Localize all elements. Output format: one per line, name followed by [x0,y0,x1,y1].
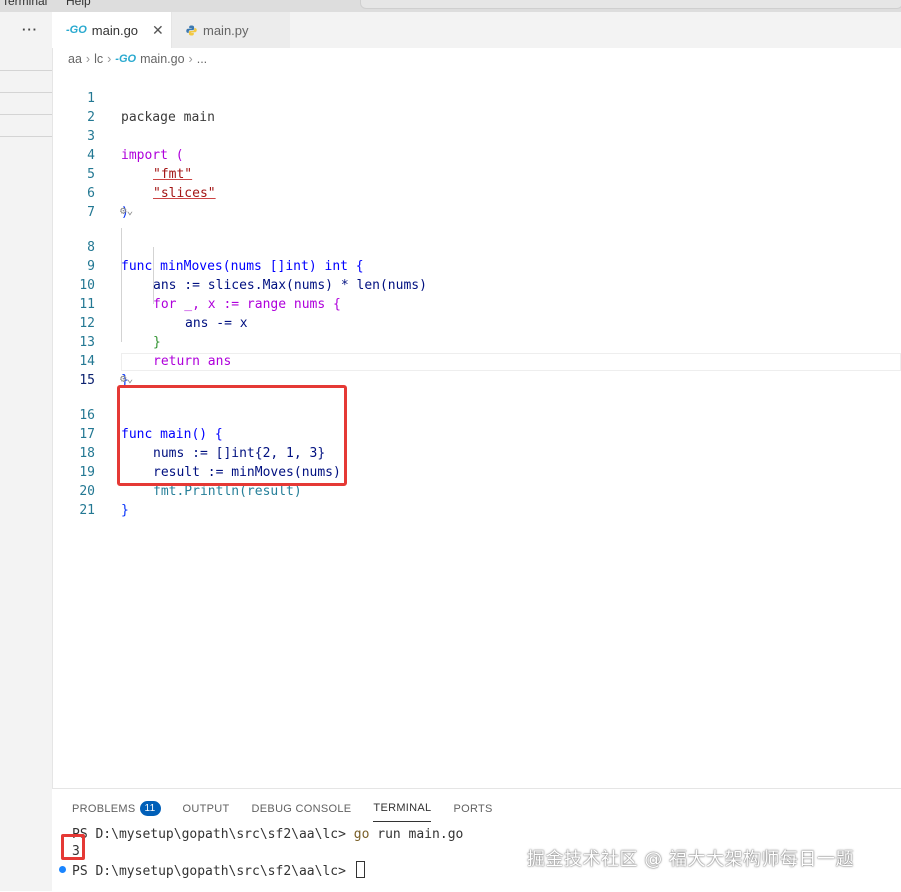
code-line: 14 } [52,333,128,388]
tab-label: DEBUG CONSOLE [251,802,352,815]
menu-help[interactable]: Help [66,0,91,8]
code-line: 9 ans := slices.Max(nums) * len(nums) [52,238,427,293]
code-line: 5 "slices" [52,146,215,201]
codelens[interactable]: ⚙⌄ [120,372,133,386]
sidebar: ··· [0,12,53,891]
terminal-command-line: PS D:\mysetup\gopath\src\sf2\aa\lc> go r… [72,827,463,842]
breadcrumb: aa › lc › -GO main.go › ... [68,52,207,66]
tab-label: OUTPUT [182,802,230,815]
breadcrumb-item[interactable]: ... [197,52,207,66]
annotation-highlight-box [61,834,85,860]
breadcrumb-item[interactable]: lc [94,52,103,66]
terminal-command-go: go [353,827,370,842]
tab-label: main.py [203,22,249,38]
tab-output[interactable]: OUTPUT [183,801,230,822]
code-line: 11 ans -= x [52,276,247,331]
terminal-status-dot-icon [59,866,66,873]
python-icon [186,24,197,36]
go-file-icon: -GO [66,24,87,36]
code-line: 21 [52,482,95,518]
line-code: "fmt" [153,167,193,182]
tab-problems[interactable]: PROBLEMS 11 [72,801,161,822]
tab-label: main.go [91,22,139,38]
annotation-highlight-box [117,385,347,486]
menu-terminal[interactable]: Terminal [2,0,47,8]
chevron-right-icon: › [107,52,112,66]
line-code: ans := slices.Max(nums) * len(nums) [153,278,427,293]
code-line: 10 for _, x := range nums { [52,257,341,312]
command-center[interactable] [360,0,901,9]
breadcrumb-item[interactable]: main.go [140,52,184,66]
line-code: import ( [121,148,184,163]
code-line: 12 } [52,295,160,350]
code-line: 15 [52,352,95,388]
terminal-prompt-line[interactable]: PS D:\mysetup\gopath\src\sf2\aa\lc> [72,861,365,879]
sidebar-divider [0,92,52,93]
line-code: return ans [153,354,232,369]
codelens[interactable]: ⚙⌄ [120,204,133,218]
tab-terminal[interactable]: TERMINAL [373,801,432,822]
close-icon[interactable]: ✕ [152,22,164,39]
terminal-prompt: PS D:\mysetup\gopath\src\sf2\aa\lc> [72,827,354,842]
chevron-right-icon: › [188,52,193,66]
code-line: 1 package main [52,70,215,125]
tab-label: PROBLEMS [72,802,136,815]
line-code: } [121,503,129,518]
panel-tab-bar: PROBLEMS 11 OUTPUT DEBUG CONSOLE TERMINA… [72,801,515,822]
code-line: 18 result := minMoves(nums) [52,425,341,480]
code-line: 7 [52,184,95,220]
bottom-panel: PROBLEMS 11 OUTPUT DEBUG CONSOLE TERMINA… [52,788,901,892]
settings-gear-icon[interactable]: ⚙ [120,204,127,217]
line-code: } [153,335,161,350]
sidebar-divider [0,114,52,115]
problems-count-badge: 11 [139,801,161,816]
breadcrumb-item[interactable]: aa [68,52,82,66]
tab-debug-console[interactable]: DEBUG CONSOLE [252,801,352,822]
code-line: 17 nums := []int{2, 1, 3} [52,406,325,461]
chevron-down-icon: ⌄ [126,204,134,217]
watermark: 掘金技术社区 @ 福大大架构师每日一题 [527,849,854,870]
go-file-icon: -GO [115,53,137,65]
tab-main-py[interactable]: main.py [172,12,290,48]
editor-tab-bar: -GO main.go ✕ main.py [52,12,901,48]
indent-guide [121,228,122,342]
line-code: package main [121,110,215,125]
line-code: "slices" [153,186,216,201]
line-code: for _, x := range nums { [153,297,341,312]
menu-bar: Terminal Help [0,0,901,12]
terminal-command-args: run main.go [369,827,464,842]
code-line: 13 return ans [52,314,231,369]
code-line: 6 ) [52,165,129,220]
code-line: 2 [52,89,95,125]
code-line: 4 "fmt" [52,127,192,182]
line-code: func minMoves(nums []int) int { [121,259,364,274]
code-line: 16 func main() { [52,387,222,442]
line-code: ans -= x [185,316,248,331]
tab-main-go[interactable]: -GO main.go ✕ [52,12,172,48]
code-line: 19 fmt.Println(result) [52,444,301,499]
code-line: 8 func minMoves(nums []int) int { [52,219,363,274]
current-line-highlight [121,353,901,371]
terminal-cursor [355,861,365,878]
chevron-right-icon: › [85,52,91,66]
chevron-down-icon: ⌄ [126,372,134,385]
more-actions-icon[interactable]: ··· [22,22,38,37]
code-line: 20 } [52,463,128,518]
terminal-prompt: PS D:\mysetup\gopath\src\sf2\aa\lc> [72,864,354,879]
sidebar-divider [0,70,52,71]
tab-label: TERMINAL [373,802,432,814]
settings-gear-icon[interactable]: ⚙ [120,372,127,385]
tab-ports[interactable]: PORTS [453,801,492,822]
line-number: 21 [79,503,95,518]
sidebar-divider [0,136,52,137]
code-line: 3 import ( [52,108,183,163]
tab-label: PORTS [453,802,493,815]
